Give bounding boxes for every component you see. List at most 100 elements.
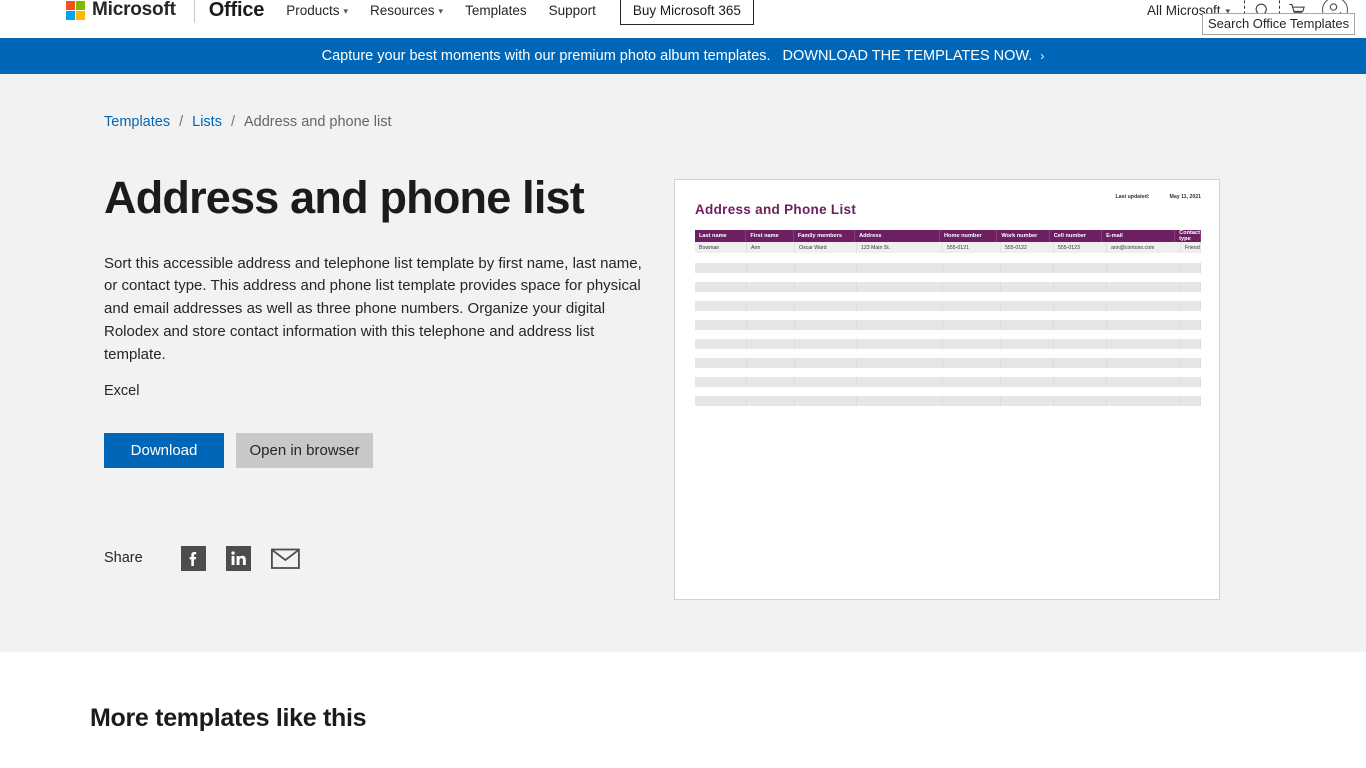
cell-email: ann@contoso.com xyxy=(1107,242,1181,253)
preview-empty-cell xyxy=(943,263,1001,273)
preview-empty-cell xyxy=(1107,396,1181,406)
preview-empty-cell xyxy=(857,282,943,292)
primary-nav: Products ▾ Resources ▾ Templates Support xyxy=(286,3,596,18)
preview-col-home-number: Home number xyxy=(940,230,998,242)
more-templates-title: More templates like this xyxy=(90,704,367,732)
preview-empty-cell xyxy=(1181,320,1201,330)
preview-empty-cell xyxy=(1181,358,1201,368)
preview-empty-cell xyxy=(857,339,943,349)
preview-doc-header: Address and Phone List Last updated: May… xyxy=(675,180,1219,217)
preview-empty-cell xyxy=(747,377,795,387)
cell-last-name: Bowman xyxy=(695,242,747,253)
preview-empty-cell xyxy=(943,396,1001,406)
download-button[interactable]: Download xyxy=(104,432,224,468)
more-templates-section: More templates like this Club Name xyxy=(0,652,1366,768)
preview-empty-row xyxy=(695,377,1201,387)
share-facebook-button[interactable] xyxy=(180,545,206,571)
header-utility-area: All Microsoft ▾ Search Office Templates xyxy=(1147,0,1356,35)
preview-empty-cell xyxy=(943,282,1001,292)
template-description: Sort this accessible address and telepho… xyxy=(104,254,642,363)
preview-empty-cell xyxy=(1001,358,1054,368)
share-linkedin-button[interactable] xyxy=(225,545,251,571)
preview-empty-cell xyxy=(747,320,795,330)
share-label: Share xyxy=(104,550,143,567)
breadcrumb-separator: / xyxy=(230,114,235,130)
preview-empty-cell xyxy=(795,320,857,330)
share-row: Share xyxy=(104,545,644,571)
preview-empty-cell xyxy=(1107,263,1181,273)
promo-cta-label: DOWNLOAD THE TEMPLATES NOW. xyxy=(782,48,1033,64)
preview-empty-cell xyxy=(747,282,795,292)
cell-work-number: 555-0122 xyxy=(1001,242,1054,253)
preview-empty-cell xyxy=(795,282,857,292)
preview-empty-row xyxy=(695,358,1201,368)
preview-empty-cell xyxy=(1054,301,1107,311)
cell-address: 123 Main St. xyxy=(857,242,943,253)
breadcrumb-item-lists[interactable]: Lists xyxy=(192,114,222,130)
preview-empty-cell xyxy=(943,320,1001,330)
preview-col-family-members: Family members xyxy=(794,230,856,242)
preview-empty-cell xyxy=(1107,301,1181,311)
breadcrumb: Templates / Lists / Address and phone li… xyxy=(104,114,1262,130)
preview-empty-cell xyxy=(795,377,857,387)
preview-empty-cell xyxy=(747,263,795,273)
nav-item-products[interactable]: Products ▾ xyxy=(286,3,348,18)
preview-empty-cell xyxy=(747,301,795,311)
preview-table: Last name First name Family members Addr… xyxy=(695,230,1201,253)
header-divider xyxy=(193,0,195,23)
microsoft-logo[interactable]: Microsoft xyxy=(66,0,176,21)
preview-empty-cell xyxy=(1001,396,1054,406)
office-product-link[interactable]: Office xyxy=(209,0,265,22)
chevron-right-icon: › xyxy=(1040,49,1045,63)
preview-empty-cell xyxy=(1001,282,1054,292)
preview-empty-cell xyxy=(857,263,943,273)
preview-empty-cell xyxy=(857,301,943,311)
cell-family-members: Oscar Ward xyxy=(795,242,857,253)
preview-col-cell-number: Cell number xyxy=(1050,230,1103,242)
preview-empty-cell xyxy=(695,377,747,387)
preview-empty-cell xyxy=(1181,377,1201,387)
preview-empty-cell xyxy=(695,396,747,406)
preview-empty-cell xyxy=(695,263,747,273)
preview-empty-cell xyxy=(1107,377,1181,387)
promo-cta-link[interactable]: DOWNLOAD THE TEMPLATES NOW. › xyxy=(783,48,1045,64)
buy-microsoft-365-button[interactable]: Buy Microsoft 365 xyxy=(619,0,754,25)
nav-item-resources[interactable]: Resources ▾ xyxy=(370,3,443,18)
preview-empty-cell xyxy=(695,282,747,292)
preview-last-updated: Last updated: May 11, 2021 xyxy=(1116,194,1201,200)
open-in-browser-button[interactable]: Open in browser xyxy=(236,432,373,468)
preview-empty-cell xyxy=(795,263,857,273)
template-preview[interactable]: Address and Phone List Last updated: May… xyxy=(674,179,1220,600)
preview-empty-cell xyxy=(1107,320,1181,330)
preview-empty-row xyxy=(695,282,1201,292)
preview-empty-cell xyxy=(1054,339,1107,349)
share-email-button[interactable] xyxy=(270,547,300,570)
preview-empty-cell xyxy=(1181,396,1201,406)
preview-empty-cell xyxy=(857,377,943,387)
cell-contact-type: Friend xyxy=(1181,242,1201,253)
preview-empty-cell xyxy=(795,339,857,349)
preview-empty-cell xyxy=(1107,339,1181,349)
breadcrumb-separator: / xyxy=(179,114,184,130)
cell-cell-number: 555-0123 xyxy=(1054,242,1107,253)
preview-empty-cell xyxy=(1001,263,1054,273)
breadcrumb-item-templates[interactable]: Templates xyxy=(104,114,170,130)
page-title: Address and phone list xyxy=(104,172,585,223)
email-icon xyxy=(270,548,300,569)
preview-empty-row xyxy=(695,320,1201,330)
preview-empty-cell xyxy=(1054,263,1107,273)
promo-banner[interactable]: Capture your best moments with our premi… xyxy=(0,38,1366,74)
nav-item-support[interactable]: Support xyxy=(549,3,596,18)
preview-empty-cell xyxy=(695,358,747,368)
cell-home-number: 555-0121 xyxy=(943,242,1001,253)
nav-item-templates[interactable]: Templates xyxy=(465,3,527,18)
preview-empty-cell xyxy=(1054,358,1107,368)
preview-empty-cell xyxy=(695,301,747,311)
preview-empty-cell xyxy=(943,358,1001,368)
preview-empty-cell xyxy=(1001,301,1054,311)
chevron-down-icon: ▾ xyxy=(438,5,444,16)
preview-empty-cell xyxy=(943,301,1001,311)
preview-col-first-name: First name xyxy=(746,230,794,242)
preview-empty-cell xyxy=(795,358,857,368)
nav-item-products-label: Products xyxy=(286,2,340,18)
